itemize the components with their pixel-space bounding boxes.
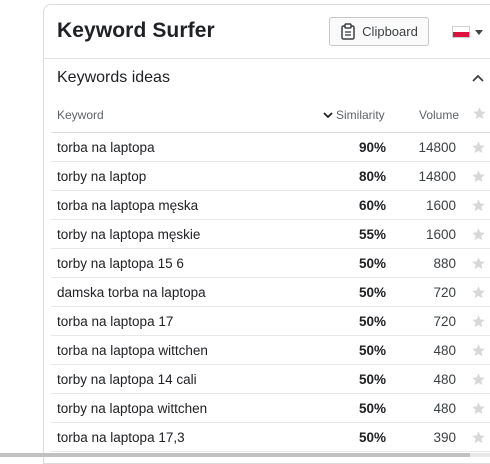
keyword-cell[interactable]: torba na laptopa [57,140,155,155]
star-icon[interactable] [471,401,486,416]
star-icon[interactable] [471,343,486,358]
table-row[interactable]: torby na laptopa 15 6 50% 880 [51,249,490,278]
similarity-cell: 50% [358,314,386,329]
section-title: Keywords ideas [57,69,170,86]
star-icon[interactable] [471,198,486,213]
volume-cell: 720 [433,314,456,329]
similarity-cell: 60% [358,198,386,213]
clipboard-label: Clipboard [362,24,418,39]
volume-cell: 1600 [425,227,456,242]
volume-cell: 390 [433,430,456,445]
poland-flag-icon [452,26,470,38]
keyword-cell[interactable]: torby na laptop [57,169,146,184]
table-row[interactable]: torby na laptop 80% 14800 [51,162,490,191]
scrollbar-thumb[interactable] [0,453,470,457]
similarity-cell: 50% [358,430,386,445]
star-icon[interactable] [471,314,486,329]
volume-cell: 880 [433,256,456,271]
similarity-cell: 80% [358,169,386,184]
volume-cell: 14800 [418,169,456,184]
keyword-cell[interactable]: torba na laptopa męska [57,198,198,213]
column-header-volume[interactable]: Volume [419,108,459,122]
table-row[interactable]: damska torba na laptopa 50% 720 [51,278,490,307]
star-icon[interactable] [472,106,487,121]
column-header-keyword[interactable]: Keyword [57,108,104,122]
similarity-cell: 50% [358,256,386,271]
volume-cell: 1600 [425,198,456,213]
panel-header: Keyword Surfer Clipboard [44,5,490,59]
sort-chevron-down-icon [323,112,333,119]
keyword-cell[interactable]: torby na laptopa męskie [57,227,200,242]
keyword-cell[interactable]: torby na laptopa 14 cali [57,372,197,387]
horizontal-scrollbar[interactable] [0,453,490,457]
star-icon[interactable] [471,140,486,155]
similarity-cell: 50% [358,285,386,300]
table-row[interactable]: torby na laptopa 14 cali 50% 480 [51,365,490,394]
volume-cell: 720 [433,285,456,300]
column-header-similarity[interactable]: Similarity [323,108,385,122]
similarity-cell: 50% [358,372,386,387]
keyword-cell[interactable]: torba na laptopa 17 [57,314,173,329]
table-row[interactable]: torba na laptopa męska 60% 1600 [51,191,490,220]
page-background [0,0,43,457]
keyword-cell[interactable]: torby na laptopa 15 6 [57,256,184,271]
star-icon[interactable] [471,227,486,242]
table-row[interactable]: torba na laptopa wittchen 50% 480 [51,336,490,365]
similarity-header-label: Similarity [336,108,385,122]
keyword-cell[interactable]: damska torba na laptopa [57,285,206,300]
similarity-cell: 55% [358,227,386,242]
keyword-surfer-panel: Keyword Surfer Clipboard Keywords ideas … [43,4,490,464]
keyword-cell[interactable]: torba na laptopa 17,3 [57,430,185,445]
similarity-cell: 50% [358,401,386,416]
star-icon[interactable] [471,372,486,387]
volume-cell: 14800 [418,140,456,155]
table-row[interactable]: torby na laptopa wittchen 50% 480 [51,394,490,423]
table-row[interactable]: torby na laptopa męskie 55% 1600 [51,220,490,249]
clipboard-button[interactable]: Clipboard [329,17,429,46]
similarity-cell: 50% [358,343,386,358]
volume-cell: 480 [433,343,456,358]
keyword-table-body: torba na laptopa 90% 14800 torby na laptop 8… [51,133,490,452]
keyword-cell[interactable]: torba na laptopa wittchen [57,343,208,358]
chevron-down-icon [475,29,483,35]
table-row[interactable]: torba na laptopa 17 50% 720 [51,307,490,336]
star-icon[interactable] [471,169,486,184]
table-row[interactable]: torba na laptopa 90% 14800 [51,133,490,162]
similarity-cell: 90% [358,140,386,155]
volume-cell: 480 [433,401,456,416]
table-row[interactable]: torba na laptopa 17,3 50% 390 [51,423,490,452]
volume-cell: 480 [433,372,456,387]
star-icon[interactable] [471,430,486,445]
keyword-cell[interactable]: torby na laptopa wittchen [57,401,207,416]
star-icon[interactable] [471,285,486,300]
chevron-up-icon[interactable] [470,72,486,84]
star-icon[interactable] [471,256,486,271]
country-selector[interactable] [452,24,486,40]
clipboard-icon [341,23,355,40]
app-title: Keyword Surfer [57,19,215,42]
